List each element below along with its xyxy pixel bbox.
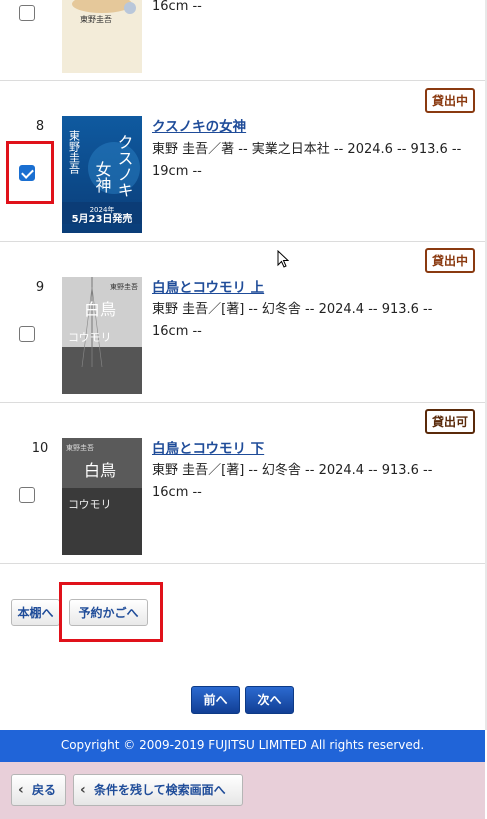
item-meta: 東野 圭吾／[著] -- 幻冬舎 -- 2024.4 -- 913.6 -- 1…	[152, 302, 433, 339]
prev-page-button[interactable]: 前へ	[191, 686, 240, 714]
item-meta: 16cm --	[152, 0, 202, 14]
result-item: 東野圭吾 16cm --	[0, 0, 485, 81]
item-checkbox[interactable]	[19, 326, 35, 342]
back-button-label: 戻る	[32, 783, 57, 797]
book-cover[interactable]: 東野圭吾 白鳥 コウモリ	[62, 277, 142, 394]
item-number: 8	[35, 119, 45, 134]
result-item: 貸出中 9 東野圭吾 白鳥 コウモリ 白鳥とコウモリ 上 東野 圭吾／[著] -…	[0, 242, 485, 403]
svg-text:白鳥: 白鳥	[84, 461, 116, 480]
chevron-left-icon: ‹	[18, 782, 24, 798]
item-title-link[interactable]: 白鳥とコウモリ 上	[152, 276, 264, 296]
svg-text:白鳥: 白鳥	[84, 300, 116, 319]
status-badge: 貸出可	[424, 409, 475, 434]
bookshelf-button[interactable]: 本棚へ	[11, 599, 60, 626]
mouse-cursor-icon	[277, 250, 289, 268]
bottom-nav-bar: ‹ 戻る ‹ 条件を残して検索画面へ	[0, 762, 485, 819]
book-cover[interactable]: 東野圭吾	[62, 0, 142, 73]
result-item: 貸出可 10 東野圭吾 白鳥 コウモリ 白鳥とコウモリ 下 東野 圭吾／[著] …	[0, 403, 485, 564]
item-checkbox[interactable]	[19, 5, 35, 21]
svg-text:コウモリ: コウモリ	[68, 331, 112, 344]
svg-text:東野圭吾: 東野圭吾	[68, 130, 81, 175]
result-item: 貸出中 8 クスノキ 女神 東野圭吾 2024年 5月23日発売 クスノキの女神…	[0, 81, 485, 242]
svg-text:東野圭吾: 東野圭吾	[80, 14, 112, 24]
svg-text:5月23日発売: 5月23日発売	[72, 212, 133, 225]
search-results-page: 東野圭吾 16cm -- 貸出中 8 クスノキ 女神 東野圭吾 2024年 5月…	[0, 0, 487, 819]
item-checkbox[interactable]	[19, 487, 35, 503]
back-button[interactable]: ‹ 戻る	[11, 774, 66, 806]
svg-text:女神: 女神	[93, 160, 112, 193]
back-to-search-button[interactable]: ‹ 条件を残して検索画面へ	[73, 774, 243, 806]
checkbox-highlight	[6, 141, 54, 204]
next-page-button[interactable]: 次へ	[245, 686, 294, 714]
svg-text:2024年: 2024年	[90, 205, 115, 214]
item-title-link[interactable]: クスノキの女神	[152, 115, 246, 135]
book-cover[interactable]: クスノキ 女神 東野圭吾 2024年 5月23日発売	[62, 116, 142, 233]
svg-text:コウモリ: コウモリ	[68, 498, 112, 511]
reserve-cart-highlight	[59, 582, 163, 642]
item-number: 9	[35, 280, 45, 295]
copyright-footer: Copyright © 2009-2019 FUJITSU LIMITED Al…	[0, 730, 485, 762]
item-title-link[interactable]: 白鳥とコウモリ 下	[152, 437, 264, 457]
item-meta: 東野 圭吾／[著] -- 幻冬舎 -- 2024.4 -- 913.6 -- 1…	[152, 463, 433, 500]
chevron-left-icon: ‹	[80, 782, 86, 798]
item-number: 10	[31, 441, 49, 456]
status-badge: 貸出中	[424, 88, 475, 113]
item-meta: 東野 圭吾／著 -- 実業之日本社 -- 2024.6 -- 913.6 -- …	[152, 142, 462, 179]
svg-text:東野圭吾: 東野圭吾	[110, 282, 138, 291]
back-to-search-label: 条件を残して検索画面へ	[94, 783, 226, 797]
svg-text:東野圭吾: 東野圭吾	[66, 443, 94, 452]
svg-text:クスノキ: クスノキ	[115, 134, 134, 198]
status-badge: 貸出中	[424, 248, 475, 273]
book-cover[interactable]: 東野圭吾 白鳥 コウモリ	[62, 438, 142, 555]
